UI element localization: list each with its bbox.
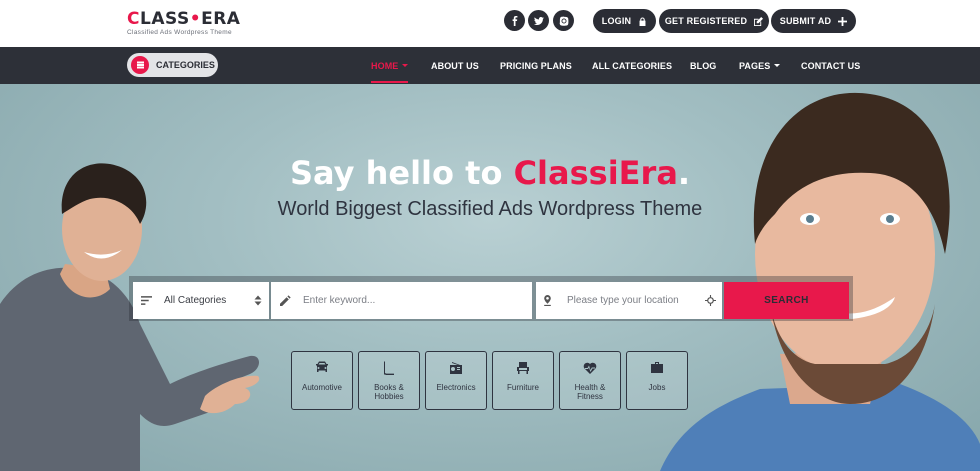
- get-registered-button[interactable]: GET REGISTERED: [659, 9, 769, 33]
- main-navbar: CATEGORIES HOME ABOUT US PRICING PLANS A…: [0, 47, 980, 84]
- top-header: CLASS•ERA Classified Ads Wordpress Theme…: [0, 0, 980, 47]
- edit-icon: [754, 16, 764, 26]
- select-arrows-icon: [254, 295, 262, 306]
- hero-subtitle: World Biggest Classified Ads Wordpress T…: [277, 198, 703, 220]
- category-tile-health-fitness[interactable]: Health & Fitness: [559, 351, 621, 410]
- submit-ad-label: SUBMIT AD: [779, 16, 832, 26]
- nav-contact-us[interactable]: CONTACT US: [801, 47, 860, 84]
- nav-pages[interactable]: PAGES: [739, 47, 781, 84]
- nav-pricing-plans[interactable]: PRICING PLANS: [500, 47, 572, 84]
- lock-icon: [639, 16, 646, 26]
- hero-title: Say hello to ClassiEra.: [289, 154, 691, 192]
- chair-icon: [517, 362, 529, 374]
- category-tile-electronics[interactable]: Electronics: [425, 351, 487, 410]
- category-tile-books-hobbies[interactable]: Books & Hobbies: [358, 351, 420, 410]
- categories-button[interactable]: CATEGORIES: [127, 53, 218, 77]
- nav-about-us[interactable]: ABOUT US: [431, 47, 479, 84]
- register-label: GET REGISTERED: [664, 16, 748, 26]
- menu-icon: [131, 56, 149, 74]
- category-tile-furniture[interactable]: Furniture: [492, 351, 554, 410]
- location-placeholder: Please type your location: [567, 295, 679, 306]
- search-button[interactable]: SEARCH: [724, 282, 849, 319]
- facebook-icon[interactable]: [504, 10, 525, 31]
- pencil-icon: [280, 295, 291, 306]
- keyword-placeholder: Enter keyword...: [303, 295, 376, 306]
- briefcase-icon: [651, 362, 663, 373]
- category-label: Jobs: [648, 383, 666, 392]
- hero-banner: Say hello to ClassiEra. World Biggest Cl…: [0, 84, 980, 471]
- category-tile-automotive[interactable]: Automotive: [291, 351, 353, 410]
- heartbeat-icon: [583, 362, 597, 374]
- twitter-icon[interactable]: [528, 10, 549, 31]
- category-label: Furniture: [506, 383, 539, 392]
- login-button[interactable]: LOGIN: [593, 9, 656, 33]
- map-pin-icon: [544, 295, 551, 306]
- logo-text: CLASS•ERA: [127, 9, 241, 29]
- submit-ad-button[interactable]: SUBMIT AD: [771, 9, 856, 33]
- nav-home[interactable]: HOME: [371, 47, 409, 84]
- caret-down-icon: [402, 64, 409, 67]
- logo-tagline: Classified Ads Wordpress Theme: [127, 29, 232, 36]
- caret-down-icon: [774, 64, 781, 67]
- keyword-field[interactable]: Enter keyword...: [271, 282, 532, 319]
- instagram-icon[interactable]: [553, 10, 574, 31]
- logo[interactable]: CLASS•ERA Classified Ads Wordpress Theme: [127, 9, 240, 36]
- category-select-value: All Categories: [164, 295, 227, 306]
- radio-icon: [450, 362, 462, 374]
- book-icon: [384, 361, 394, 375]
- plus-icon: [838, 16, 848, 26]
- nav-all-categories[interactable]: ALL CATEGORIES: [592, 47, 672, 84]
- category-select[interactable]: All Categories: [133, 282, 269, 319]
- category-tile-jobs[interactable]: Jobs: [626, 351, 688, 410]
- category-label: Books & Hobbies: [374, 383, 404, 401]
- category-label: Automotive: [301, 383, 343, 392]
- nav-blog[interactable]: BLOG: [690, 47, 716, 84]
- category-label: Health & Fitness: [574, 383, 606, 401]
- location-field[interactable]: Please type your location: [536, 282, 722, 319]
- car-icon: [316, 361, 328, 372]
- category-label: Electronics: [436, 383, 476, 392]
- sort-icon: [141, 296, 152, 305]
- login-label: LOGIN: [601, 16, 632, 26]
- categories-label: CATEGORIES: [156, 60, 215, 70]
- search-button-label: SEARCH: [764, 295, 809, 306]
- crosshair-icon[interactable]: [705, 295, 716, 306]
